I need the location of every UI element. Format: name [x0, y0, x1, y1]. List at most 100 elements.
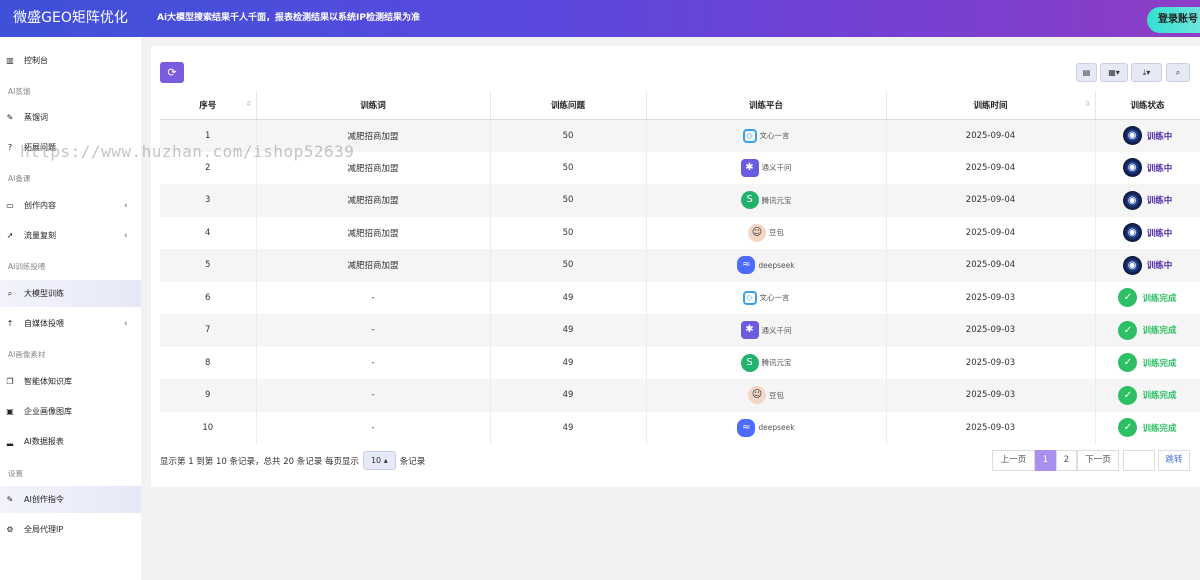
summary-text: 显示第 1 到第 10 条记录，总共 20 条记录 每页显示 [160, 456, 359, 467]
prev-page-button[interactable]: 上一页 [992, 450, 1035, 471]
page-size-select[interactable]: 10 ▴ [362, 451, 396, 470]
platform-name: 腾讯元宝 [761, 358, 792, 368]
sidebar-item[interactable]: ➚ 流量复刻 ‹ [0, 222, 141, 249]
platform-name: 文心一言 [759, 131, 790, 140]
cell-time: 2025-09-04 [886, 249, 1096, 282]
cell-no: 10 [160, 411, 257, 444]
cell-no: 5 [160, 249, 257, 282]
cell-platform: ≈ deepseek [646, 411, 887, 444]
summary-suffix: 条记录 [399, 456, 426, 467]
platform-name: 腾讯元宝 [761, 195, 792, 205]
cell-questions: 50 [490, 216, 647, 249]
cell-time: 2025-09-04 [886, 184, 1096, 217]
cell-status: ◉ 训练中 [1095, 249, 1200, 282]
sidebar-item[interactable]: ✎ 蒸馏词 [0, 104, 141, 131]
doubao-logo-icon: ☺ [748, 386, 766, 405]
cell-word: 减肥招商加盟 [256, 184, 491, 217]
col-header-no[interactable]: 序号 ⇳ [160, 91, 257, 120]
brand-title[interactable]: 微盛GEO矩阵优化 [0, 0, 141, 37]
jump-button[interactable]: 跳转 [1158, 450, 1190, 471]
sort-icon: ⇳ [1084, 100, 1091, 108]
search-button[interactable]: ⌕ [1166, 63, 1190, 82]
wenxin-logo-icon: ◇ [742, 290, 757, 305]
sidebar-item[interactable]: ✎ AI创作指令 [0, 486, 141, 513]
status-text: 训练完成 [1142, 423, 1177, 434]
sidebar-item[interactable]: ❐ 智能体知识库 [0, 368, 141, 395]
cell-questions: 49 [490, 411, 647, 444]
sidebar-item[interactable]: ⌕ 大模型训练 [0, 280, 141, 307]
header-notice: Ai大模型搜索结果千人千面，报表检测结果以系统IP检测结果为准 [157, 13, 420, 23]
grid-icon: ▦▾ [1108, 68, 1120, 77]
doubao-logo-icon: ☺ [748, 223, 766, 242]
check-circle-icon: ✓ [1118, 353, 1138, 373]
cell-word: - [256, 379, 491, 412]
chevron-left-icon: ‹ [124, 318, 128, 329]
table-row[interactable]: 8-49 S 腾讯元宝 2025-09-03 ✓ 训练完成 [160, 346, 1200, 379]
export-button[interactable]: ⤓▾ [1131, 63, 1162, 82]
cell-questions: 50 [490, 151, 647, 184]
status-text: 训练中 [1146, 228, 1173, 239]
tencent-logo-icon: S [740, 353, 759, 372]
cell-no: 9 [160, 379, 257, 412]
table-row[interactable]: 3 减肥招商加盟 50 S 腾讯元宝 2025-09-04 ◉ 训练中 [160, 184, 1200, 217]
sidebar-section-title: AI训练投喂 [8, 262, 46, 271]
pagination-summary: 显示第 1 到第 10 条记录，总共 20 条记录 每页显示 10 ▴ 条记录 [160, 451, 425, 470]
sidebar-section-title: AI蒸馏 [8, 87, 31, 96]
table-row[interactable]: 9-49 ☺ 豆包 2025-09-03 ✓ 训练完成 [160, 379, 1200, 412]
table-row[interactable]: 4 减肥招商加盟 50 ☺ 豆包 2025-09-04 ◉ 训练中 [160, 216, 1200, 249]
sidebar-item-label: 自媒体投喂 [24, 319, 64, 328]
sidebar-item[interactable]: ↑ 自媒体投喂 ‹ [0, 310, 141, 337]
check-circle-icon: ✓ [1118, 320, 1138, 340]
cell-time: 2025-09-03 [886, 346, 1096, 379]
sidebar-section-title: AI备课 [8, 174, 31, 183]
cell-word: 减肥招商加盟 [256, 216, 491, 249]
table-row[interactable]: 6-49 ◇ 文心一言 2025-09-03 ✓ 训练完成 [160, 281, 1200, 314]
col-header-platform: 训练平台 [646, 91, 887, 120]
sidebar-section-title: 设置 [8, 469, 23, 478]
cell-questions: 49 [490, 346, 647, 379]
col-header-word: 训练词 [256, 91, 491, 120]
table-row[interactable]: 5 减肥招商加盟 50 ≈ deepseek 2025-09-04 ◉ 训练中 [160, 249, 1200, 282]
cell-time: 2025-09-03 [886, 281, 1096, 314]
check-circle-icon: ✓ [1118, 288, 1138, 308]
grid-view-button[interactable]: ▦▾ [1100, 63, 1128, 82]
sidebar-item[interactable]: ▣ 企业画像图库 [0, 398, 141, 425]
sidebar-item[interactable]: ⚙ 全局代理IP [0, 516, 141, 543]
page-2-button[interactable]: 2 [1056, 450, 1077, 471]
columns-toggle-button[interactable]: ▤ [1076, 63, 1097, 82]
sidebar-item[interactable]: ▥ 控制台 [0, 47, 141, 74]
refresh-button[interactable]: ⟳ [160, 62, 184, 83]
question-icon: ? [7, 143, 13, 152]
cell-word: - [256, 411, 491, 444]
sidebar-item[interactable]: ▭ 创作内容 ‹ [0, 192, 141, 219]
next-page-button[interactable]: 下一页 [1077, 450, 1119, 471]
sidebar-item[interactable]: ▂ AI数据报表 [0, 428, 141, 455]
table-row[interactable]: 10-49 ≈ deepseek 2025-09-03 ✓ 训练完成 [160, 411, 1200, 444]
cell-questions: 49 [490, 379, 647, 412]
sidebar-section-title: AI画像素材 [8, 350, 46, 359]
page-1-button[interactable]: 1 [1035, 450, 1056, 471]
bar-signal-icon: ▂ [6, 437, 14, 446]
status-text: 训练完成 [1142, 293, 1177, 304]
sidebar: ▥ 控制台 AI蒸馏 ✎ 蒸馏词? 拓展问题 AI备课 ▭ 创作内容 ‹ ➚ 流量复刻 ‹ AI训练投喂 ⌕… [0, 37, 141, 580]
cell-no: 7 [160, 314, 257, 347]
cell-questions: 49 [490, 281, 647, 314]
status-text: 训练中 [1146, 196, 1173, 207]
login-button[interactable]: 登录账号 [1147, 7, 1200, 33]
tencent-logo-icon: S [740, 191, 759, 210]
cell-time: 2025-09-04 [886, 151, 1096, 184]
arrow-up-icon: ↑ [6, 319, 14, 328]
cell-status: ✓ 训练完成 [1095, 411, 1200, 444]
cell-word: - [256, 314, 491, 347]
jump-page-input[interactable] [1123, 450, 1155, 471]
cell-time: 2025-09-04 [886, 216, 1096, 249]
table-row[interactable]: 7-49 ✱ 通义千问 2025-09-03 ✓ 训练完成 [160, 314, 1200, 347]
col-header-time[interactable]: 训练时间 ⇳ [886, 91, 1096, 120]
cell-questions: 49 [490, 314, 647, 347]
folder-icon: ▭ [6, 201, 14, 210]
cell-status: ◉ 训练中 [1095, 216, 1200, 249]
sidebar-item-label: 蒸馏词 [24, 113, 48, 122]
gear-icon: ⚙ [6, 525, 14, 534]
refresh-icon: ⟳ [167, 66, 177, 79]
tongyi-logo-icon: ✱ [740, 158, 759, 177]
